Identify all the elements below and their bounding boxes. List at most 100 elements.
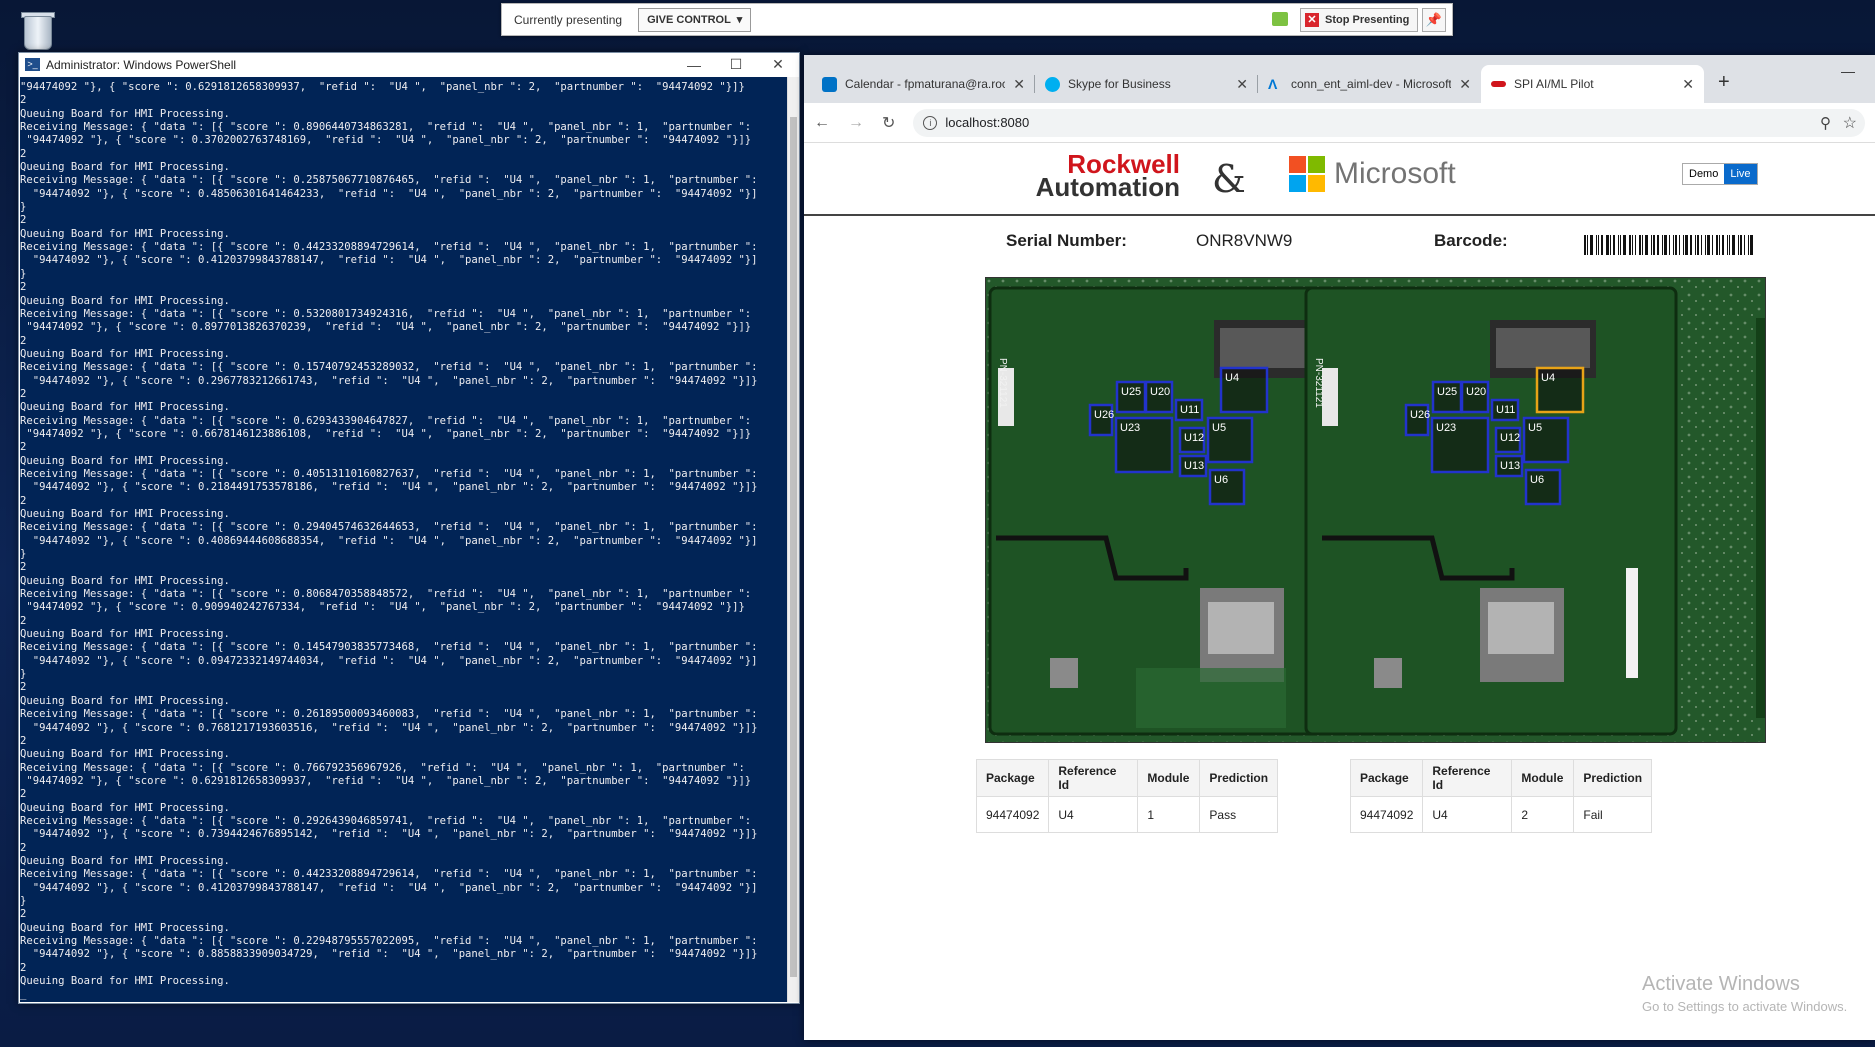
presenting-toolbar: Currently presenting GIVE CONTROL ▾ ✕ Stop…: [501, 3, 1453, 36]
recycle-bin-icon[interactable]: [18, 10, 58, 54]
tab-label: Skype for Business: [1068, 77, 1171, 91]
tab-strip: Calendar - fpmaturana@ra.rockw ✕ Skype fo…: [804, 55, 1875, 103]
app-header: Rockwell Automation & Microsoft Demo Liv…: [804, 143, 1875, 216]
serial-label: Serial Number:: [1006, 231, 1127, 250]
refid-cell: U4: [1048, 796, 1139, 833]
table-row: 94474092 U4 1 Pass: [975, 796, 1279, 833]
tab-label: conn_ent_aiml-dev - Microsoft A: [1291, 77, 1452, 91]
table-row: 94474092 U4 2 Fail: [1349, 796, 1653, 833]
component-label: U20: [1150, 386, 1170, 398]
component-label: U25: [1121, 386, 1141, 398]
url-text: localhost:8080: [945, 115, 1030, 130]
module-cell: 2: [1511, 796, 1575, 833]
component-label: U12: [1500, 432, 1520, 444]
powershell-icon: >_: [25, 58, 40, 71]
live-button[interactable]: Live: [1724, 164, 1757, 184]
component-label: U6: [1214, 474, 1228, 486]
demo-button[interactable]: Demo: [1683, 164, 1724, 184]
component-label: U4: [1225, 372, 1239, 384]
reload-icon[interactable]: ↻: [882, 113, 895, 133]
results-table-module-2: Package Reference Id Module Prediction 9…: [1349, 759, 1653, 833]
forward-icon[interactable]: →: [848, 114, 864, 132]
star-icon[interactable]: ☆: [1843, 113, 1857, 133]
package-cell: 94474092: [1349, 796, 1424, 833]
give-control-label: GIVE CONTROL: [647, 13, 731, 26]
back-icon[interactable]: ←: [814, 114, 830, 132]
scrollbar[interactable]: [787, 77, 799, 1002]
tab-azure[interactable]: Λconn_ent_aiml-dev - Microsoft A ✕: [1258, 65, 1481, 103]
module-cell: 1: [1137, 796, 1201, 833]
component-label: U12: [1184, 432, 1204, 444]
results-table-module-1: Package Reference Id Module Prediction 9…: [975, 759, 1279, 833]
barcode-image: [1584, 235, 1774, 255]
barcode-label: Barcode:: [1434, 231, 1508, 250]
rockwell-icon: [1491, 81, 1506, 87]
component-label: U11: [1496, 404, 1515, 416]
minimize-button[interactable]: —: [673, 53, 715, 76]
package-cell: 94474092: [975, 796, 1050, 833]
pcb-silkscreen-label: PN-321121: [997, 358, 1008, 408]
column-header: Reference Id: [1048, 759, 1139, 797]
component-label: U6: [1530, 474, 1544, 486]
outlook-icon: [822, 76, 837, 92]
tab-calendar[interactable]: Calendar - fpmaturana@ra.rockw ✕: [812, 65, 1035, 103]
close-icon[interactable]: ✕: [1682, 76, 1694, 93]
component-label: U25: [1437, 386, 1457, 398]
refid-cell: U4: [1422, 796, 1513, 833]
watermark-subtitle: Go to Settings to activate Windows.: [1642, 999, 1848, 1014]
zoom-icon[interactable]: ⚲: [1820, 114, 1831, 132]
scrollbar-thumb[interactable]: [790, 117, 797, 977]
prediction-cell: Fail: [1573, 796, 1653, 833]
new-tab-button[interactable]: +: [1718, 71, 1730, 94]
pcb-inspection-image: U25 U20 U4 U26 U11 U23 U5 U12 U13 U6 PN-321121 U25 U…: [985, 277, 1766, 743]
column-header: Prediction: [1199, 759, 1279, 797]
column-header: Package: [1349, 759, 1424, 797]
component-label: U5: [1212, 422, 1226, 434]
tab-skype[interactable]: Skype for Business ✕: [1035, 65, 1258, 103]
microsoft-text: Microsoft: [1334, 157, 1456, 190]
stop-presenting-label: Stop Presenting: [1325, 14, 1410, 26]
column-header: Module: [1511, 759, 1575, 797]
serial-value: ONR8VNW9: [1196, 231, 1293, 250]
console-output[interactable]: "94474092 "}, { "score ": 0.629181265830…: [20, 77, 787, 1002]
component-label: U20: [1466, 386, 1486, 398]
close-button[interactable]: ✕: [757, 53, 799, 76]
microsoft-logo-icon: [1289, 156, 1325, 192]
stop-presenting-button[interactable]: ✕ Stop Presenting: [1300, 8, 1419, 32]
powershell-window: >_ Administrator: Windows PowerShell — ☐…: [18, 52, 800, 1004]
skype-icon: [1045, 76, 1060, 92]
close-icon[interactable]: ✕: [1013, 76, 1025, 93]
watermark-title: Activate Windows: [1642, 973, 1800, 995]
tab-spi-pilot[interactable]: SPI AI/ML Pilot ✕: [1481, 65, 1704, 103]
component-label: U23: [1120, 422, 1140, 434]
powershell-titlebar[interactable]: >_ Administrator: Windows PowerShell — ☐…: [19, 53, 799, 76]
close-icon[interactable]: ✕: [1459, 76, 1471, 93]
browser-window: Calendar - fpmaturana@ra.rockw ✕ Skype fo…: [804, 55, 1875, 1040]
powershell-title: Administrator: Windows PowerShell: [46, 57, 237, 72]
component-label: U11: [1180, 404, 1199, 416]
url-input[interactable]: i localhost:8080 ⚲ ☆: [913, 108, 1865, 137]
give-control-dropdown[interactable]: GIVE CONTROL ▾: [638, 7, 752, 32]
column-header: Module: [1137, 759, 1201, 797]
web-page: Rockwell Automation & Microsoft Demo Liv…: [804, 143, 1875, 1040]
activate-windows-watermark: Activate Windows Go to Settings to activ…: [1642, 973, 1847, 1014]
presenting-status: Currently presenting: [514, 12, 623, 27]
component-label: U4: [1541, 372, 1555, 384]
component-label: U13: [1184, 460, 1204, 472]
column-header: Reference Id: [1422, 759, 1513, 797]
minimize-button[interactable]: —: [1841, 63, 1855, 79]
console-text: "94474092 "}, { "score ": 0.629181265830…: [20, 81, 758, 1001]
address-bar: ← → ↻ i localhost:8080 ⚲ ☆: [804, 103, 1875, 143]
tab-label: Calendar - fpmaturana@ra.rockw: [845, 77, 1006, 91]
info-icon[interactable]: i: [923, 115, 938, 130]
tab-label: SPI AI/ML Pilot: [1514, 77, 1594, 91]
azure-icon: Λ: [1268, 75, 1278, 92]
rockwell-logo: Rockwell Automation: [1000, 151, 1180, 200]
maximize-button[interactable]: ☐: [715, 53, 757, 76]
close-icon[interactable]: ✕: [1236, 76, 1248, 93]
mode-toggle: Demo Live: [1682, 163, 1758, 185]
ampersand: &: [1212, 157, 1246, 201]
component-label: U26: [1410, 409, 1430, 421]
pin-icon[interactable]: 📌: [1422, 8, 1446, 32]
chat-icon[interactable]: [1272, 12, 1288, 26]
